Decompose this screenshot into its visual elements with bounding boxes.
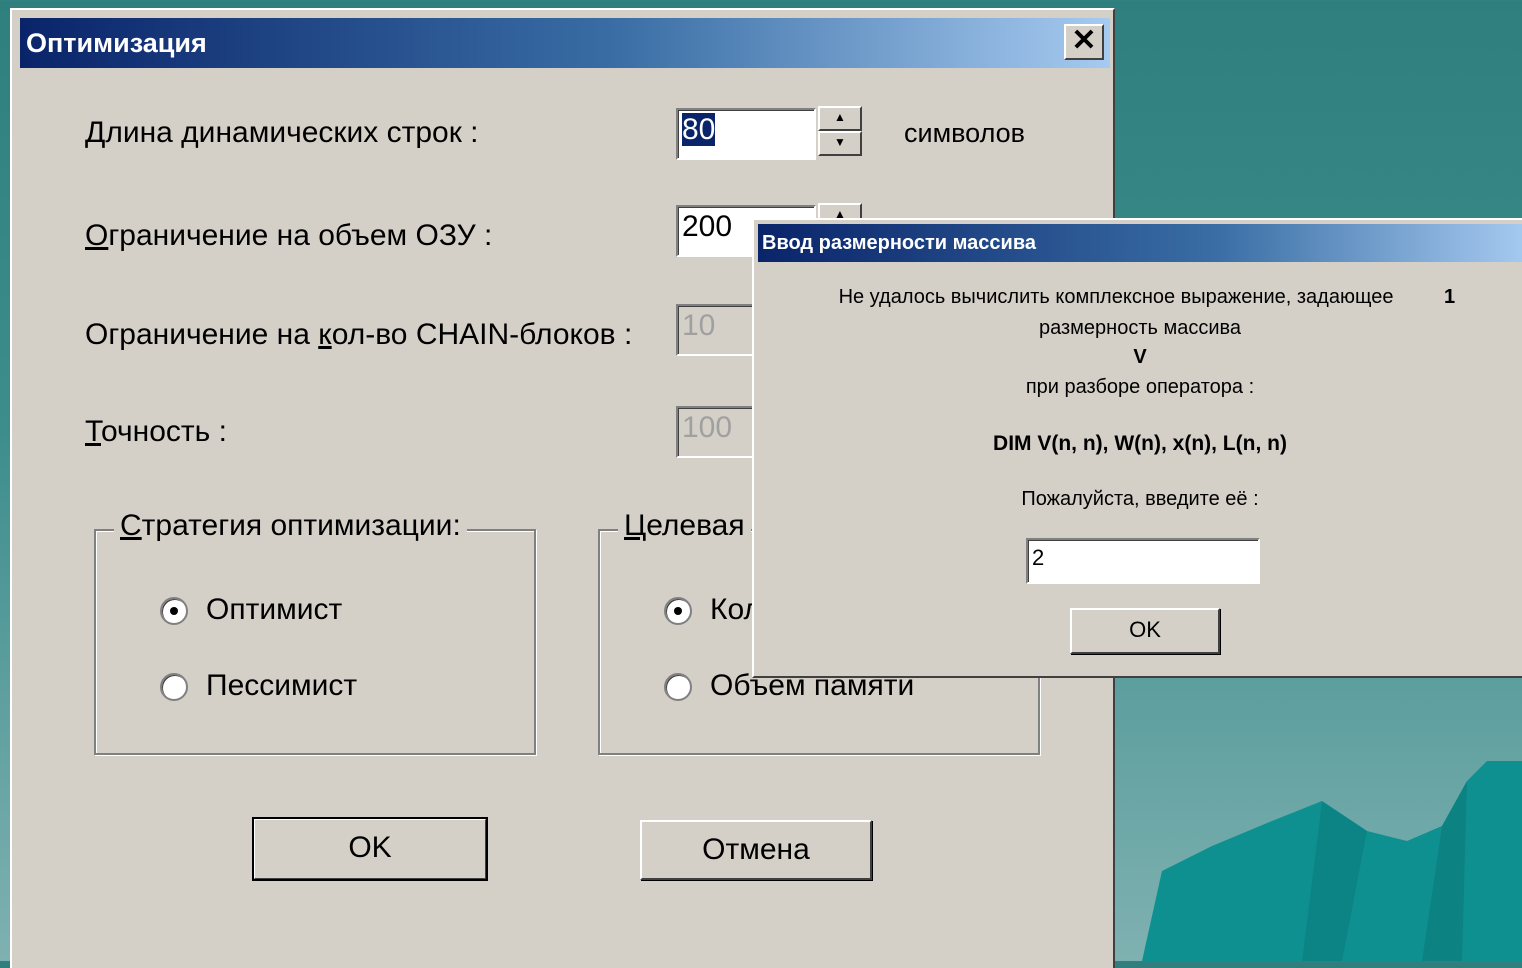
spin-up-button[interactable]: ▲: [818, 106, 862, 131]
close-icon: ✕: [1071, 24, 1097, 57]
precision-label: Точность :: [85, 415, 227, 448]
array-dimension-dialog-title: Ввод размерности массива: [758, 224, 1522, 262]
ram-limit-value: 200: [682, 210, 733, 243]
pessimist-radio[interactable]: [160, 673, 188, 701]
precision-value: 100: [682, 411, 733, 444]
ram-limit-label: Ограничение на объем ОЗУ :: [85, 219, 493, 252]
array-name: V: [1133, 346, 1147, 368]
spin-down-button[interactable]: ▼: [818, 131, 862, 156]
memory-volume-radio[interactable]: [664, 673, 692, 701]
dynamic-string-length-spinner[interactable]: ▲ ▼: [818, 106, 862, 156]
dynamic-string-length-label: Длина динамических строк :: [85, 116, 479, 149]
chain-blocks-limit-value: 10: [682, 309, 716, 342]
dynamic-string-length-input[interactable]: 80: [676, 108, 816, 160]
dynamic-string-length-unit: символов: [904, 118, 1026, 148]
dialog-ok-button[interactable]: OK: [1070, 608, 1220, 654]
statement-text: DIM V(n, n), W(n), x(n), L(n, n): [993, 432, 1287, 455]
dynamic-string-length-value: 80: [682, 113, 716, 146]
ok-button[interactable]: OK: [252, 817, 488, 881]
array-dimension-dialog: Ввод размерности массива Не удалось вычи…: [752, 218, 1522, 678]
count-radio[interactable]: [664, 597, 692, 625]
pessimist-label: Пессимист: [206, 669, 358, 702]
error-message-line3: при разборе оператора :: [1025, 376, 1255, 398]
optimist-radio[interactable]: [160, 597, 188, 625]
chain-blocks-limit-label: Ограничение на кол-во CHAIN-блоков :: [85, 318, 633, 351]
optimist-label: Оптимист: [206, 593, 343, 626]
error-message-line2: размерность массива: [1038, 317, 1242, 339]
prompt-text: Пожалуйста, введите её :: [1021, 488, 1259, 510]
error-message-line1: Не удалось вычислить комплексное выражен…: [838, 286, 1394, 308]
dimension-index: 1: [1444, 286, 1456, 308]
mountain-decoration: [1142, 761, 1522, 961]
optimization-dialog-titlebar: Оптимизация ✕: [20, 18, 1110, 68]
dimension-input[interactable]: 2: [1026, 538, 1260, 584]
optimization-dialog-title: Оптимизация: [26, 28, 207, 58]
optimization-strategy-legend: Стратегия оптимизации:: [114, 509, 467, 543]
dimension-input-value: 2: [1032, 545, 1045, 570]
close-button[interactable]: ✕: [1064, 24, 1104, 60]
cancel-button[interactable]: Отмена: [640, 820, 872, 880]
target-function-legend: Целевая: [618, 509, 751, 543]
optimization-strategy-group: Стратегия оптимизации: Оптимист Пессимис…: [94, 509, 536, 755]
